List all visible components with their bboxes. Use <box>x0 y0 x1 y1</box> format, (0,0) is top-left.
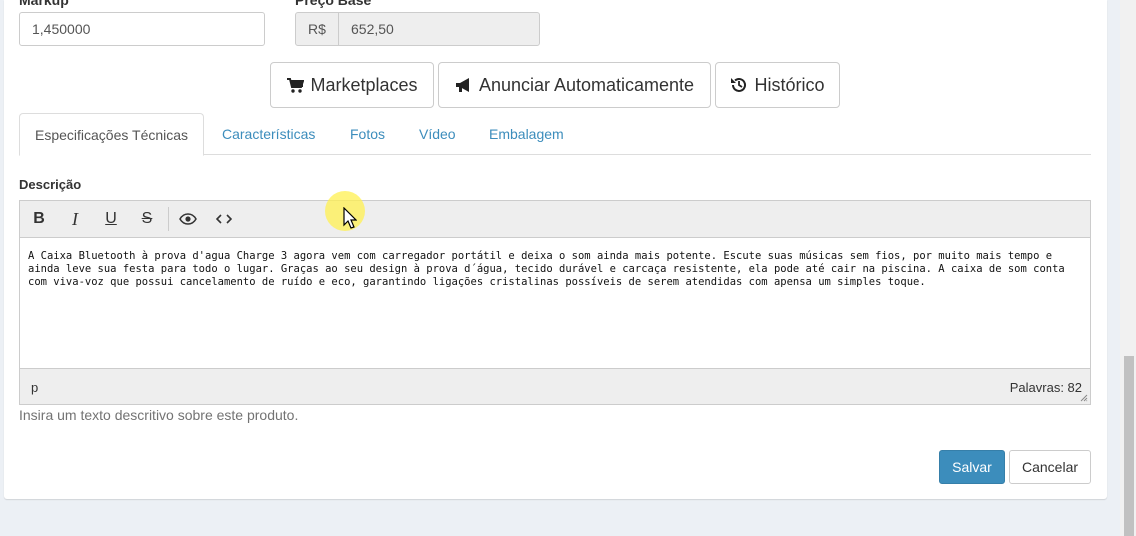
markup-input[interactable]: 1,450000 <box>19 12 265 46</box>
currency-addon: R$ <box>295 12 339 46</box>
word-count: Palavras: 82 <box>1009 380 1082 395</box>
toolbar-divider <box>168 207 169 231</box>
tab-photos[interactable]: Fotos <box>335 113 400 155</box>
bullhorn-icon <box>455 78 469 92</box>
tab-technical-specs[interactable]: Especificações Técnicas <box>19 113 205 156</box>
element-path: p <box>31 380 39 395</box>
product-tabs: Especificações Técnicas Características … <box>19 113 1091 156</box>
eye-icon <box>179 213 197 225</box>
underline-button[interactable]: U <box>99 207 123 231</box>
save-button[interactable]: Salvar <box>939 450 1005 484</box>
resize-grip-icon[interactable] <box>1080 394 1088 402</box>
auto-advertise-button[interactable]: Anunciar Automaticamente <box>438 62 711 108</box>
code-view-button[interactable] <box>212 207 236 231</box>
code-icon <box>216 214 232 224</box>
tab-characteristics[interactable]: Características <box>207 113 330 155</box>
strikethrough-button[interactable]: S <box>135 207 159 231</box>
bold-button[interactable]: B <box>27 207 51 231</box>
history-button[interactable]: Histórico <box>715 62 840 108</box>
page-scrollbar-thumb[interactable] <box>1124 356 1134 536</box>
base-price-input: 652,50 <box>338 12 540 46</box>
description-label: Descrição <box>19 177 82 192</box>
editor-toolbar: B I U S <box>20 201 1090 238</box>
editor-statusbar: p Palavras: 82 <box>20 368 1090 404</box>
description-editor: B I U S A Caixa Bluetooth à prova d'agua… <box>19 200 1091 405</box>
auto-advertise-label: Anunciar Automaticamente <box>478 74 695 95</box>
tab-video[interactable]: Vídeo <box>404 113 471 155</box>
mouse-pointer-icon <box>343 207 357 229</box>
preview-button[interactable] <box>176 207 200 231</box>
description-textarea[interactable]: A Caixa Bluetooth à prova d'agua Charge … <box>20 238 1090 368</box>
italic-button[interactable]: I <box>63 207 87 231</box>
tab-packaging[interactable]: Embalagem <box>474 113 579 155</box>
markup-label: Markup <box>19 0 69 8</box>
description-help-text: Insira um texto descritivo sobre este pr… <box>19 407 299 423</box>
history-icon <box>731 77 747 92</box>
base-price-label: Preço Base <box>295 0 372 8</box>
marketplaces-label: Marketplaces <box>310 74 418 95</box>
cancel-button[interactable]: Cancelar <box>1009 450 1091 484</box>
history-label: Histórico <box>754 74 825 95</box>
marketplaces-button[interactable]: Marketplaces <box>270 62 434 108</box>
cart-icon <box>287 78 305 93</box>
